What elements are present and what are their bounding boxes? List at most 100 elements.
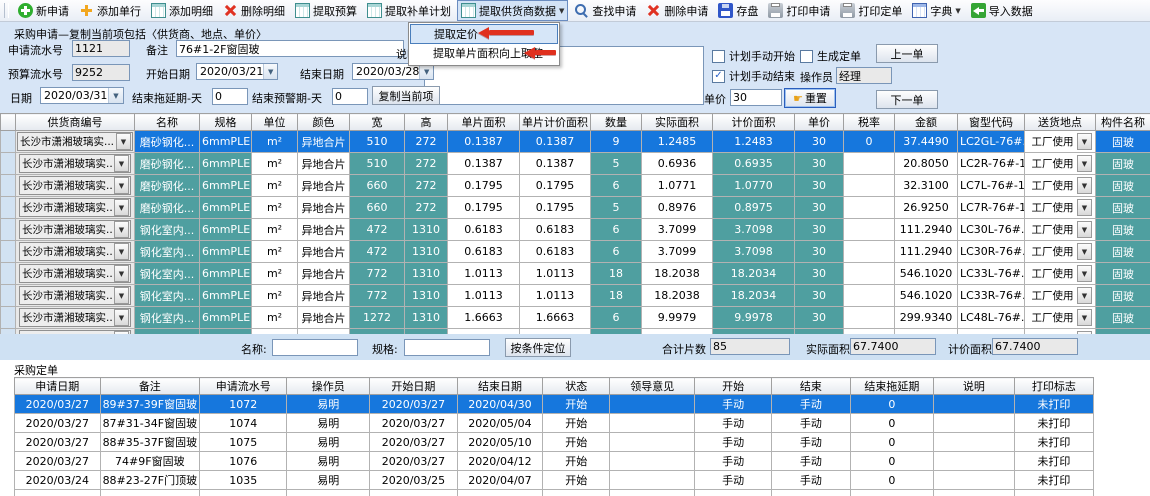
grid-cell[interactable]: 9.9978	[713, 307, 795, 329]
table-row[interactable]: 长沙市潇湘玻璃实...▼磨砂钢化...6mmPLE...m²异地合片660272…	[1, 197, 1150, 219]
chevron-down-icon[interactable]: ▼	[1077, 133, 1092, 150]
grid-cell[interactable]: 异地合片	[298, 241, 350, 263]
order-cell[interactable]	[610, 414, 695, 433]
actual-area-input[interactable]	[850, 338, 936, 355]
serial-input[interactable]	[72, 40, 130, 57]
filter-spec-input[interactable]	[404, 339, 490, 356]
order-cell[interactable]: 2020/03/27	[370, 433, 458, 452]
grid-cell[interactable]: LC30R-76#...	[958, 241, 1025, 263]
grid-cell[interactable]: 6	[591, 307, 642, 329]
grid-cell[interactable]: 18.2038	[642, 263, 713, 285]
grid-cell[interactable]: 1310	[405, 285, 448, 307]
order-cell[interactable]: 2020/03/25	[370, 471, 458, 490]
grid-cell[interactable]: 1.2483	[713, 131, 795, 153]
order-cell[interactable]: 手动	[772, 414, 851, 433]
grid-cell[interactable]: 异地合片	[298, 219, 350, 241]
grid-cell[interactable]: 272	[405, 131, 448, 153]
grid-cell[interactable]: 3.7099	[642, 241, 713, 263]
grid-cell[interactable]: 0.1387	[448, 131, 520, 153]
grid-cell[interactable]: 0.1795	[520, 197, 591, 219]
grid-cell[interactable]: 472	[350, 241, 405, 263]
order-cell[interactable]	[934, 452, 1015, 471]
grid-cell[interactable]: m²	[252, 307, 298, 329]
grid-cell[interactable]: 磨砂钢化...	[135, 197, 200, 219]
grid-cell[interactable]: 异地合片	[298, 307, 350, 329]
grid-cell[interactable]: 固玻	[1096, 285, 1150, 307]
grid-cell[interactable]: 6mmPLE...	[200, 285, 252, 307]
table-row[interactable]: 长沙市潇湘玻璃实...▼磨砂钢化...6mmPLE...m²异地合片660272…	[1, 175, 1150, 197]
grid-cell[interactable]: 1310	[405, 241, 448, 263]
order-cell[interactable]: 手动	[695, 471, 772, 490]
chevron-down-icon[interactable]: ▼	[1077, 155, 1092, 172]
row-indicator[interactable]	[1, 307, 16, 329]
grid-cell[interactable]: LC7R-76#-1FO	[958, 197, 1025, 219]
supplier-cell[interactable]: 长沙市潇湘玻璃实...▼	[16, 175, 135, 197]
grid-cell[interactable]: 0.1795	[448, 175, 520, 197]
grid-cell[interactable]: 异地合片	[298, 153, 350, 175]
delivery-location-cell[interactable]: 工厂使用▼	[1025, 219, 1096, 241]
grid-cell[interactable]: 1310	[405, 219, 448, 241]
grid-cell[interactable]: 1.0113	[448, 263, 520, 285]
grid-cell[interactable]: 6mmPLE...	[200, 307, 252, 329]
grid-cell[interactable]: 钢化室内...	[135, 241, 200, 263]
start-date-combo[interactable]: 2020/03/21 ▼	[196, 63, 278, 80]
supplier-cell[interactable]: 长沙市潇湘玻璃实...▼	[16, 153, 135, 175]
order-cell[interactable]: 0	[850, 395, 933, 414]
delivery-location-cell[interactable]: 工厂使用▼	[1025, 263, 1096, 285]
order-cell[interactable]: 开始	[543, 471, 610, 490]
chevron-down-icon[interactable]: ▼	[559, 7, 564, 15]
grid-cell[interactable]: m²	[252, 241, 298, 263]
grid-cell[interactable]: 30	[795, 197, 844, 219]
operator-input[interactable]	[836, 67, 892, 84]
grid-cell[interactable]: 0.6183	[520, 219, 591, 241]
grid-cell[interactable]: 510	[350, 131, 405, 153]
grid-cell[interactable]: 299.9340	[895, 307, 958, 329]
supplier-cell[interactable]: 长沙市潇湘玻璃实...▼	[16, 307, 135, 329]
order-cell[interactable]: 易明	[287, 395, 370, 414]
chevron-down-icon[interactable]: ▼	[114, 265, 129, 282]
grid-cell[interactable]: m²	[252, 153, 298, 175]
grid-cell[interactable]: 1.2485	[642, 131, 713, 153]
supplier-cell[interactable]: 长沙市潇湘玻璃实...▼	[16, 197, 135, 219]
toolbar-button-add-detail[interactable]: 添加明细	[147, 0, 217, 21]
grid-cell[interactable]: 546.1020	[895, 285, 958, 307]
grid-cell[interactable]: 钢化室内...	[135, 285, 200, 307]
grid-cell[interactable]: 18.2038	[642, 285, 713, 307]
unit-price-input[interactable]	[730, 89, 782, 106]
toolbar-button-extract-supplement-plan[interactable]: 提取补单计划	[363, 0, 455, 21]
order-cell[interactable]: 开始	[543, 395, 610, 414]
supplier-cell[interactable]: 长沙市潇湘玻璃实...▼	[16, 241, 135, 263]
table-row[interactable]: 长沙市潇湘玻璃实...▼钢化室内...6mmPLE...m²异地合片472131…	[1, 241, 1150, 263]
grid-cell[interactable]: LC33L-76#...	[958, 263, 1025, 285]
grid-cell[interactable]: 30	[795, 153, 844, 175]
grid-cell[interactable]: 磨砂钢化...	[135, 175, 200, 197]
grid-cell[interactable]: 6mmPLE...	[200, 175, 252, 197]
grid-cell[interactable]: 30	[795, 241, 844, 263]
order-cell[interactable]: 2020/04/30	[457, 395, 543, 414]
toolbar-button-save[interactable]: 存盘	[714, 0, 762, 21]
order-row[interactable]: 2020/03/2789#37-39F窗固玻1072易明2020/03/2720…	[15, 395, 1094, 414]
order-cell[interactable]: 1076	[200, 452, 287, 471]
grid-cell[interactable]: 0.1795	[448, 197, 520, 219]
order-cell[interactable]: 2020/04/07	[457, 471, 543, 490]
grid-cell[interactable]: 9	[591, 131, 642, 153]
row-indicator[interactable]	[1, 131, 16, 153]
grid-cell[interactable]: 固玻	[1096, 263, 1150, 285]
row-indicator[interactable]	[1, 197, 16, 219]
grid-cell[interactable]: 6mmPLE...	[200, 263, 252, 285]
grid-cell[interactable]: 30	[795, 131, 844, 153]
order-cell[interactable]: 2020/03/27	[15, 395, 101, 414]
grid-cell[interactable]: 18	[591, 263, 642, 285]
delivery-location-cell[interactable]: 工厂使用▼	[1025, 307, 1096, 329]
order-cell[interactable]: 开始	[543, 414, 610, 433]
grid-cell[interactable]: m²	[252, 263, 298, 285]
order-cell[interactable]: 1075	[200, 433, 287, 452]
grid-cell[interactable]: 18	[591, 285, 642, 307]
grid-cell[interactable]	[844, 285, 895, 307]
grid-cell[interactable]: 固玻	[1096, 197, 1150, 219]
grid-cell[interactable]: m²	[252, 175, 298, 197]
grid-cell[interactable]: 1.0113	[520, 285, 591, 307]
order-row[interactable]: 2020/03/2774#9F窗固玻1076易明2020/03/272020/0…	[15, 452, 1094, 471]
order-cell[interactable]	[934, 395, 1015, 414]
grid-cell[interactable]: 772	[350, 285, 405, 307]
